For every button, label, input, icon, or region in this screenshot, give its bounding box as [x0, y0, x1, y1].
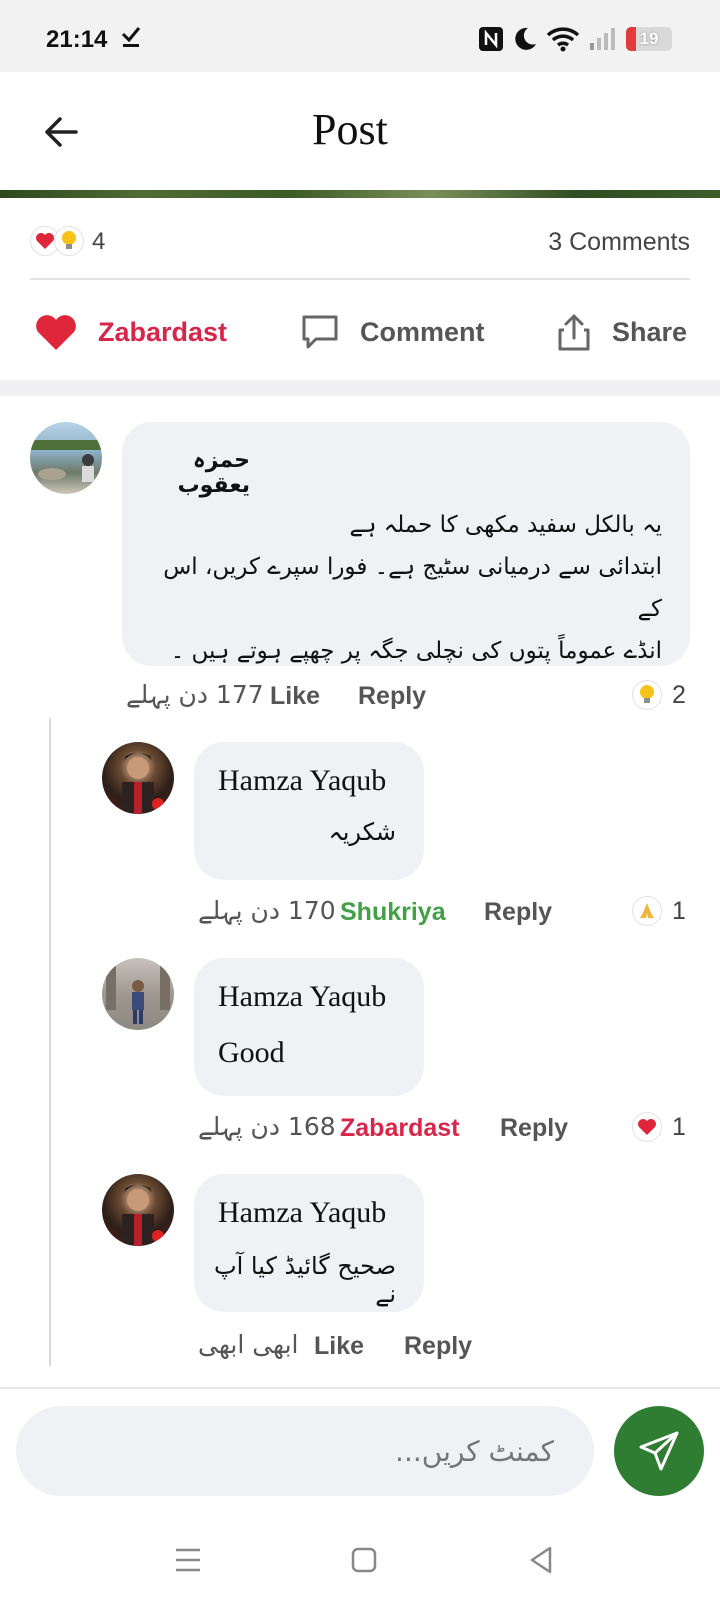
back-triangle-icon[interactable]	[522, 1540, 562, 1580]
do-not-disturb-moon-icon	[515, 27, 536, 50]
comment-input[interactable]	[16, 1406, 594, 1496]
comment-meta: 170 دن پہلے Shukriya Reply	[194, 896, 554, 932]
section-separator	[0, 380, 720, 396]
heart-icon	[632, 1112, 662, 1142]
page-title: Post	[312, 105, 388, 154]
zabardast-label: Zabardast	[98, 316, 228, 347]
comment-text: یہ بالکل سفید مکھی کا حملہ ہے ابتدائی سے…	[152, 504, 662, 672]
reaction-count: 1	[672, 896, 686, 925]
comment-input-wrapper	[16, 1406, 594, 1496]
home-icon[interactable]	[344, 1540, 384, 1580]
heart-icon	[36, 315, 76, 350]
reaction-summary: 4 3 Comments	[30, 222, 690, 272]
reaction-emojis[interactable]	[30, 226, 84, 256]
share-button[interactable]: Share	[556, 308, 687, 356]
avatar[interactable]	[102, 958, 174, 1030]
comment-time: 177 دن پہلے	[126, 680, 264, 709]
download-done-icon	[121, 27, 141, 47]
avatar[interactable]	[102, 742, 174, 814]
comment-author[interactable]: Hamza Yaqub	[218, 980, 386, 1014]
share-icon	[558, 314, 590, 351]
signal-icon	[590, 28, 615, 50]
comment-time: 168 دن پہلے	[198, 1112, 336, 1141]
lightbulb-icon	[632, 680, 662, 710]
comment-reaction-count[interactable]: 1	[632, 896, 686, 926]
comment-meta: ابھی ابھی Like Reply	[194, 1330, 494, 1366]
comments-count[interactable]: 3 Comments	[548, 228, 690, 257]
post-image-edge	[0, 190, 720, 198]
send-icon	[639, 1431, 679, 1471]
status-bar: 21:14 19	[0, 0, 720, 72]
reaction-count: 1	[672, 1112, 686, 1141]
reply-button[interactable]: Reply	[500, 1114, 568, 1143]
comment-line: یہ بالکل سفید مکھی کا حملہ ہے	[349, 512, 662, 538]
comment-icon	[302, 315, 338, 349]
divider	[0, 1387, 720, 1389]
comment-line: ابتدائی سے درمیانی سٹیج ہے۔ فورا سپرے کر…	[163, 554, 662, 622]
nfc-icon	[479, 27, 503, 51]
comment-time: ابھی ابھی	[198, 1330, 299, 1359]
comment-line: انڈے عموماً پتوں کی نچلی جگہ پر چھپے ہوت…	[170, 638, 662, 664]
reply-button[interactable]: Reply	[484, 898, 552, 927]
comment-bubble[interactable]: حمزہ یعقوب یہ بالکل سفید مکھی کا حملہ ہے…	[122, 422, 690, 666]
comment-bubble[interactable]: Hamza Yaqub Good	[194, 958, 424, 1096]
folded-hands-icon	[632, 896, 662, 926]
battery-level: 19	[639, 29, 659, 48]
avatar[interactable]	[30, 422, 102, 494]
post-actions: Zabardast Comment Share	[0, 300, 720, 364]
reply-button[interactable]: Reply	[358, 682, 426, 711]
reply-button[interactable]: Reply	[404, 1332, 472, 1361]
avatar[interactable]	[102, 1174, 174, 1246]
zabardast-button[interactable]: Zabardast	[340, 1114, 459, 1143]
share-label: Share	[612, 316, 688, 347]
reply-thread-line	[49, 718, 51, 1366]
comment-author[interactable]: Hamza Yaqub	[218, 1196, 386, 1230]
comment-bubble[interactable]: Hamza Yaqub شکریہ	[194, 742, 424, 880]
battery-icon: 19	[626, 27, 672, 51]
wifi-icon	[546, 27, 580, 52]
comment-bubble[interactable]: Hamza Yaqub صحیح گائیڈ کیا آپ نے	[194, 1174, 424, 1312]
status-time: 21:14	[46, 26, 108, 53]
comment-text: شکریہ	[328, 818, 396, 846]
like-button[interactable]: Like	[314, 1332, 364, 1361]
reaction-count: 4	[92, 228, 106, 255]
like-button[interactable]: Like	[270, 682, 320, 711]
lightbulb-icon	[54, 226, 84, 256]
app-header: Post	[0, 72, 720, 190]
comment-meta: 177 دن پہلے Like Reply	[122, 680, 452, 716]
comment-reaction-count[interactable]: 2	[632, 680, 686, 710]
comment-time: 170 دن پہلے	[198, 896, 336, 925]
comment-meta: 168 دن پہلے Zabardast Reply	[194, 1112, 574, 1148]
comment-label: Comment	[360, 316, 485, 347]
comment-author[interactable]: Hamza Yaqub	[218, 764, 386, 798]
reaction-count: 2	[672, 680, 686, 709]
divider	[30, 278, 690, 280]
comment-reaction-count[interactable]: 1	[632, 1112, 686, 1142]
back-arrow-icon[interactable]	[40, 110, 84, 154]
comment-text: صحیح گائیڈ کیا آپ نے	[214, 1252, 396, 1308]
status-icons: 19	[478, 24, 672, 54]
menu-icon[interactable]	[168, 1540, 208, 1580]
comment-text: Good	[218, 1036, 285, 1069]
comment-author[interactable]: حمزہ یعقوب	[122, 448, 250, 498]
system-nav-bar	[0, 1520, 720, 1600]
send-button[interactable]	[614, 1406, 704, 1496]
shukriya-button[interactable]: Shukriya	[340, 898, 446, 927]
comment-button[interactable]: Comment	[300, 308, 485, 356]
zabardast-button[interactable]: Zabardast	[34, 308, 227, 356]
